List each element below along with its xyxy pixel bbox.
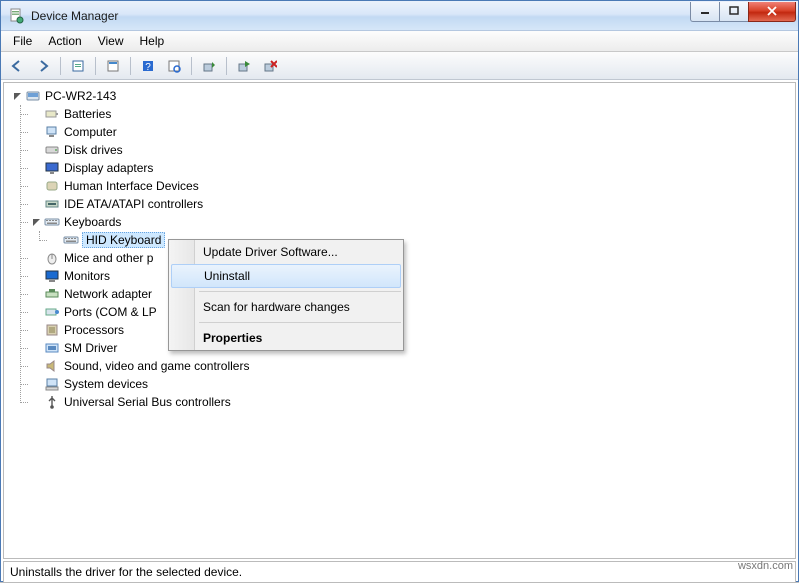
toolbar-separator xyxy=(191,57,192,75)
svg-text:?: ? xyxy=(145,62,151,73)
tree-node-label: Universal Serial Bus controllers xyxy=(64,395,235,409)
tree-node[interactable]: Computer xyxy=(29,123,795,141)
context-menu: Update Driver Software... Uninstall Scan… xyxy=(168,239,404,351)
tree-node-label: Display adapters xyxy=(64,161,157,175)
tree-node-label: Sound, video and game controllers xyxy=(64,359,253,373)
menu-file[interactable]: File xyxy=(5,31,40,51)
tree-node[interactable]: Processors xyxy=(29,321,795,339)
tree-node[interactable]: Network adapter xyxy=(29,285,795,303)
collapse-icon[interactable] xyxy=(29,215,43,229)
tree-node[interactable]: Human Interface Devices xyxy=(29,177,795,195)
tree-node[interactable]: Ports (COM & LP xyxy=(29,303,795,321)
tree-node[interactable]: IDE ATA/ATAPI controllers xyxy=(29,195,795,213)
menu-view[interactable]: View xyxy=(90,31,132,51)
tree-node-label: Mice and other p xyxy=(64,251,157,265)
tree-node[interactable]: SM Driver xyxy=(29,339,795,357)
minimize-button[interactable] xyxy=(690,2,720,22)
tree-node-label: IDE ATA/ATAPI controllers xyxy=(64,197,207,211)
menubar: File Action View Help xyxy=(1,31,798,52)
scan-button[interactable] xyxy=(162,54,186,78)
tree-node-label: Processors xyxy=(64,323,128,337)
tree-node[interactable]: Keyboards xyxy=(29,213,795,231)
show-hidden-button[interactable] xyxy=(66,54,90,78)
toolbar-separator xyxy=(95,57,96,75)
tree-node-label: Ports (COM & LP xyxy=(64,305,161,319)
menu-help[interactable]: Help xyxy=(132,31,173,51)
toolbar-separator xyxy=(60,57,61,75)
ctx-update-driver[interactable]: Update Driver Software... xyxy=(169,240,403,264)
window-title: Device Manager xyxy=(31,9,691,23)
uninstall-button[interactable] xyxy=(232,54,256,78)
update-driver-button[interactable] xyxy=(197,54,221,78)
tree-node[interactable]: Universal Serial Bus controllers xyxy=(29,393,795,411)
app-icon xyxy=(9,8,25,24)
tree-node-label: Keyboards xyxy=(64,215,125,229)
tree-node-label: HID Keyboard xyxy=(82,232,165,248)
tree-node[interactable]: Disk drives xyxy=(29,141,795,159)
context-menu-separator xyxy=(199,291,401,292)
device-manager-window: Device Manager File Action View Help ? xyxy=(0,0,799,582)
tree-node[interactable]: HID Keyboard xyxy=(48,231,795,249)
tree-node-label: SM Driver xyxy=(64,341,121,355)
tree-node-label: System devices xyxy=(64,377,152,391)
titlebar: Device Manager xyxy=(1,1,798,31)
tree-node-label: Monitors xyxy=(64,269,114,283)
collapse-icon[interactable] xyxy=(10,89,24,103)
ctx-properties[interactable]: Properties xyxy=(169,326,403,350)
ctx-scan[interactable]: Scan for hardware changes xyxy=(169,295,403,319)
back-button[interactable] xyxy=(5,54,29,78)
window-buttons xyxy=(691,2,796,22)
forward-button[interactable] xyxy=(31,54,55,78)
tree-node[interactable]: Display adapters xyxy=(29,159,795,177)
menu-action[interactable]: Action xyxy=(40,31,89,51)
content-area: PC-WR2-143 Batteries Computer Disk drives Di… xyxy=(3,82,796,559)
tree-node[interactable]: Batteries xyxy=(29,105,795,123)
properties-button[interactable] xyxy=(101,54,125,78)
tree-node[interactable]: Monitors xyxy=(29,267,795,285)
tree-node[interactable]: PC-WR2-143 xyxy=(10,87,795,105)
tree-node-label: PC-WR2-143 xyxy=(45,89,120,103)
tree-node[interactable]: Sound, video and game controllers xyxy=(29,357,795,375)
toolbar: ? xyxy=(1,52,798,80)
maximize-button[interactable] xyxy=(719,2,749,22)
close-button[interactable] xyxy=(748,2,796,22)
statusbar: Uninstalls the driver for the selected d… xyxy=(3,561,796,583)
toolbar-separator xyxy=(130,57,131,75)
tree-node-label: Batteries xyxy=(64,107,115,121)
tree-node-label: Network adapter xyxy=(64,287,156,301)
toolbar-separator xyxy=(226,57,227,75)
ctx-uninstall[interactable]: Uninstall xyxy=(171,264,401,288)
help-button[interactable]: ? xyxy=(136,54,160,78)
watermark: wsxdn.com xyxy=(738,560,793,572)
tree-node[interactable]: System devices xyxy=(29,375,795,393)
tree-node-label: Disk drives xyxy=(64,143,127,157)
tree-node-label: Computer xyxy=(64,125,121,139)
tree-node[interactable]: Mice and other p xyxy=(29,249,795,267)
tree-node-label: Human Interface Devices xyxy=(64,179,203,193)
context-menu-separator xyxy=(199,322,401,323)
disable-button[interactable] xyxy=(258,54,282,78)
